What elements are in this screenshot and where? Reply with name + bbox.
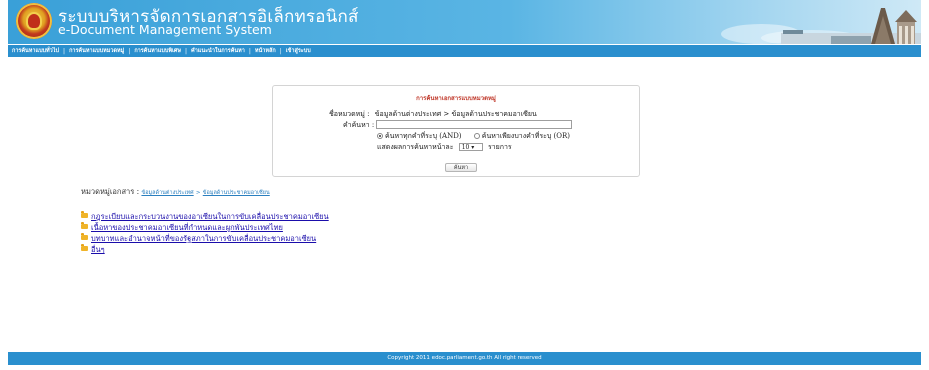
folder-icon <box>81 222 88 229</box>
nav-category-search[interactable]: การค้นหาแบบหมวดหมู่ <box>69 47 124 55</box>
search-mode-and-radio[interactable] <box>377 133 383 139</box>
per-page-label: แสดงผลการค้นหาหน้าละ <box>377 143 454 151</box>
crumb-separator: > <box>195 190 201 196</box>
search-panel-title: การค้นหาเอกสารแบบหมวดหมู่ <box>416 95 496 102</box>
main-nav-bar: การค้นหาแบบทั่วไป | การค้นหาแบบหมวดหมู่ … <box>8 45 921 57</box>
search-mode-or-radio[interactable] <box>473 133 480 139</box>
page: ระบบบริหารจัดการเอกสารอิเล็กทรอนิกส์ e-D… <box>0 0 929 370</box>
folder-icon <box>81 211 88 218</box>
nav-separator: | <box>248 47 251 55</box>
nav-separator: | <box>128 47 131 55</box>
category-search-panel: การค้นหาเอกสารแบบหมวดหมู่ ชื่อหมวดหมู่ :… <box>272 85 640 177</box>
keyword-search-input[interactable] <box>376 120 572 129</box>
folder-icon <box>81 244 88 251</box>
crumb-foreign-affairs[interactable]: ข้อมูลด้านต่างประเทศ <box>141 190 193 196</box>
nav-login[interactable]: เข้าสู่ระบบ <box>286 47 311 55</box>
copyright-text: Copyright 2011 edoc.parliament.go.th All… <box>387 355 542 361</box>
parliament-seal-logo <box>16 3 52 39</box>
nav-advanced-search[interactable]: การค้นหาแบบพิเศษ <box>134 47 181 55</box>
search-mode-or-label: ค้นหาเพียงบางคำที่ระบุ (OR) <box>481 132 570 140</box>
nav-search-help[interactable]: คำแนะนำในการค้นหา <box>191 47 245 55</box>
nav-separator: | <box>279 47 282 55</box>
nav-home[interactable]: หน้าหลัก <box>255 47 276 55</box>
search-mode-and-label: ค้นหาทุกคำที่ระบุ (AND) <box>385 132 462 140</box>
category-breadcrumb: หมวดหมู่เอกสาร : ข้อมูลด้านต่างประเทศ > … <box>81 186 270 198</box>
doc-link-others[interactable]: อื่นๆ <box>91 244 105 256</box>
crumb-asean-community[interactable]: ข้อมูลด้านประชาคมอาเซียน <box>203 190 270 196</box>
parliament-building-image <box>721 8 921 44</box>
nav-separator: | <box>63 47 66 55</box>
category-name-label: ชื่อหมวดหมู่ : <box>329 110 370 118</box>
category-label: หมวดหมู่เอกสาร : <box>81 187 140 196</box>
folder-icon <box>81 233 88 240</box>
doc-link-parliament-role[interactable]: บทบาทและอำนาจหน้าที่ของรัฐสภาในการขับเคล… <box>91 233 316 245</box>
nav-separator: | <box>185 47 188 55</box>
per-page-suffix: รายการ <box>487 143 512 151</box>
system-title-english: e-Document Management System <box>58 22 272 37</box>
nav-general-search[interactable]: การค้นหาแบบทั่วไป <box>12 47 59 55</box>
search-submit-button[interactable]: ค้นหา <box>445 163 477 172</box>
header-banner: ระบบบริหารจัดการเอกสารอิเล็กทรอนิกส์ e-D… <box>8 0 921 44</box>
category-name-value: ข้อมูลด้านต่างประเทศ > ข้อมูลด้านประชาคม… <box>374 110 537 118</box>
per-page-select[interactable]: 10 ▾ <box>458 143 483 151</box>
footer-bar: Copyright 2011 edoc.parliament.go.th All… <box>8 352 921 365</box>
keyword-label: คำค้นหา : <box>343 121 375 129</box>
